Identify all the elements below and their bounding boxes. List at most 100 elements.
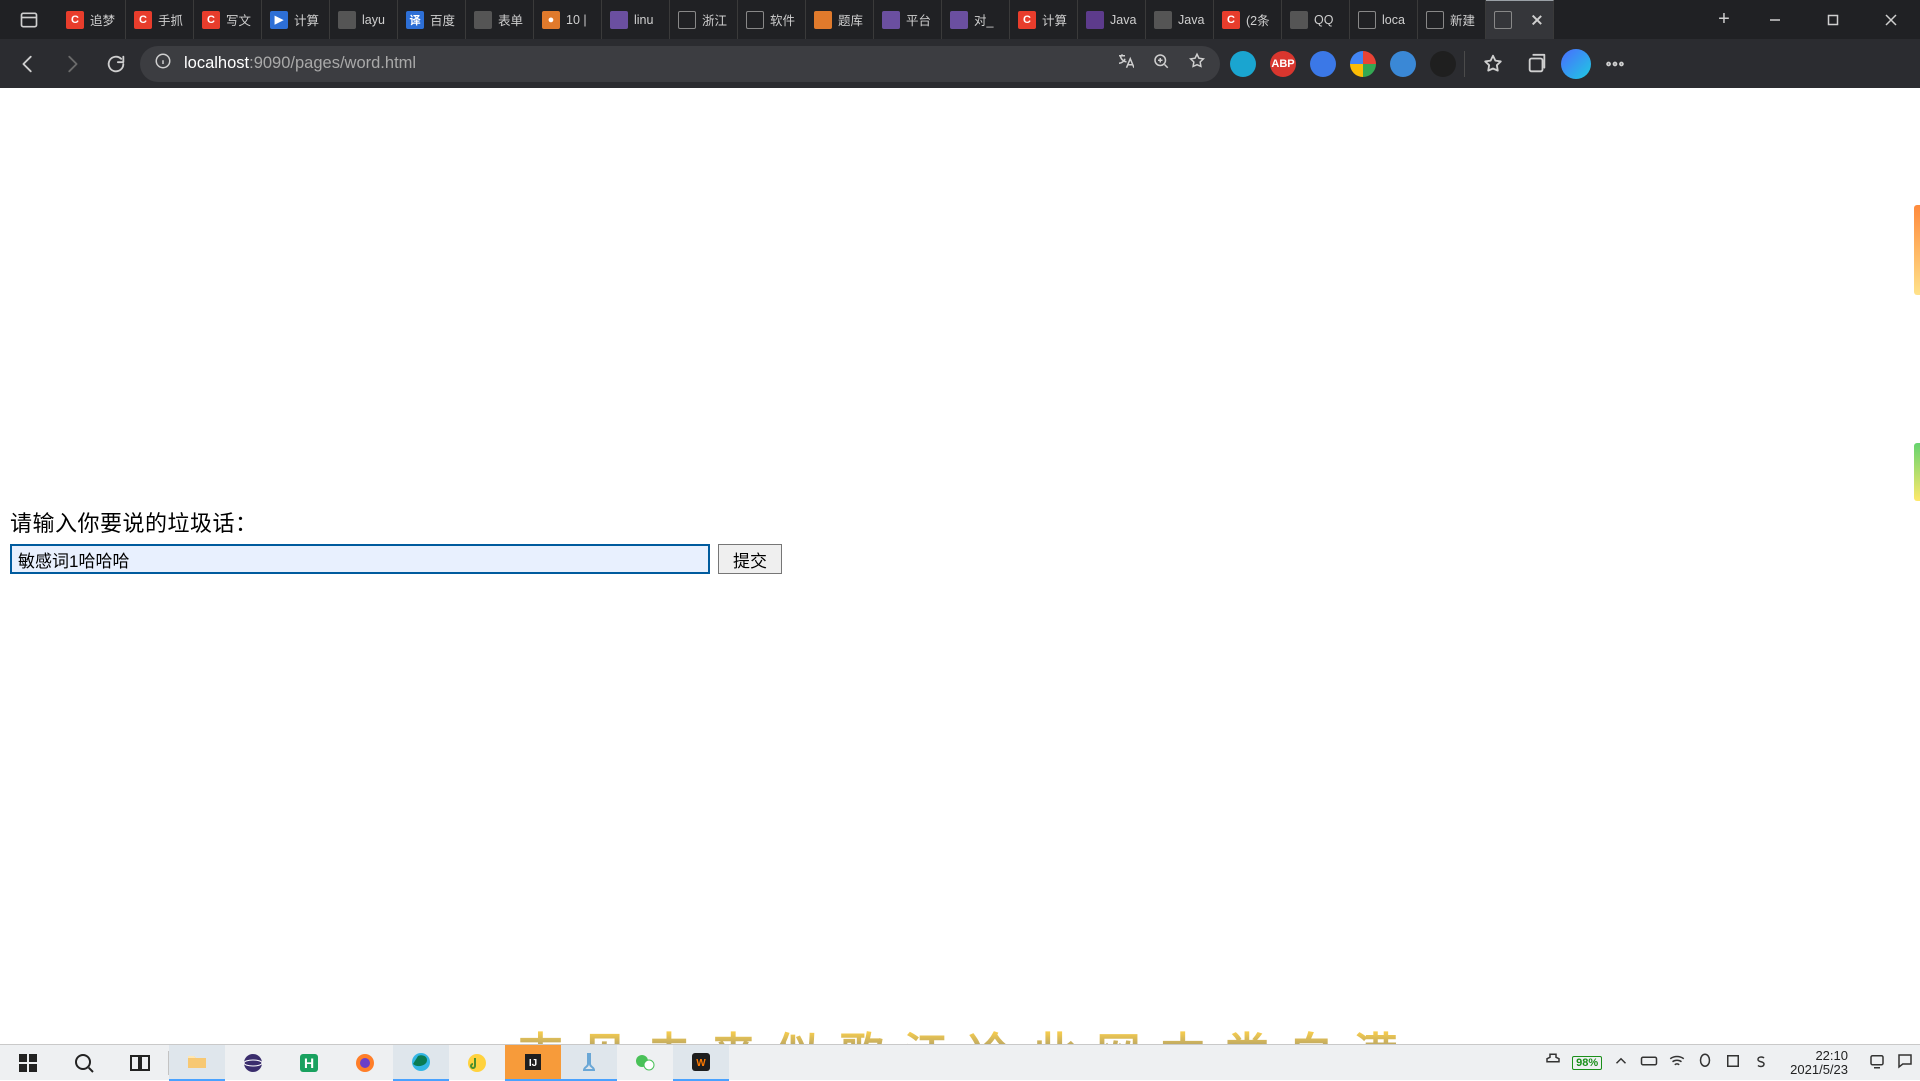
taskbar-app-music[interactable]	[449, 1045, 505, 1081]
browser-tab[interactable]: Java	[1146, 0, 1214, 39]
taskbar-app-wechat[interactable]	[617, 1045, 673, 1081]
tab-favicon	[746, 11, 764, 29]
tab-favicon	[610, 11, 628, 29]
browser-tab[interactable]: C 追梦	[58, 0, 126, 39]
browser-titlebar: C 追梦C 手抓C 写文▶ 计算 layu译 百度 表单● 10 | linu …	[0, 0, 1920, 39]
tab-favicon: ▶	[270, 11, 288, 29]
browser-tab[interactable]: 软件	[738, 0, 806, 39]
browser-tab[interactable]: ● 10 |	[534, 0, 602, 39]
taskbar-clock[interactable]: 22:10 2021/5/23	[1780, 1049, 1858, 1076]
tab-favicon: C	[1222, 11, 1240, 29]
extension-icon[interactable]	[1390, 51, 1416, 77]
windows-taskbar: H IJ W 98% 22:10 2021/5/23	[0, 1044, 1920, 1080]
taskbar-app-eclipse[interactable]	[225, 1045, 281, 1081]
browser-tab[interactable]: 浙江	[670, 0, 738, 39]
browser-tab[interactable]: linu	[602, 0, 670, 39]
taskbar-app-firefox[interactable]	[337, 1045, 393, 1081]
taskbar-app-intellij[interactable]: IJ	[505, 1045, 561, 1081]
tab-label: Java	[1178, 13, 1205, 27]
maximize-button[interactable]	[1804, 0, 1862, 39]
forward-button[interactable]	[52, 44, 92, 84]
favorite-icon[interactable]	[1188, 52, 1206, 75]
search-button[interactable]	[56, 1045, 112, 1081]
browser-tab[interactable]: layu	[330, 0, 398, 39]
extension-icon[interactable]	[1310, 51, 1336, 77]
browser-toolbar: localhost:9090/pages/word.html ABP	[0, 39, 1920, 88]
browser-tab[interactable]: 译 百度	[398, 0, 466, 39]
taskbar-app-hbuilder[interactable]: H	[281, 1045, 337, 1081]
tab-favicon: ●	[542, 11, 560, 29]
taskbar-app-paint[interactable]	[561, 1045, 617, 1081]
tab-label: 软件	[770, 10, 797, 29]
tray-icon[interactable]	[1724, 1052, 1742, 1073]
browser-tab[interactable]: QQ	[1282, 0, 1350, 39]
scroll-cue-icon	[1914, 443, 1920, 501]
bottom-banner-text: 志 见 未 来 似 歌 江 冷 此 网 本 类 白 满	[0, 1018, 1920, 1044]
collections-button[interactable]	[1517, 44, 1557, 84]
browser-tab[interactable]: ▶ 计算	[262, 0, 330, 39]
svg-text:IJ: IJ	[529, 1058, 537, 1069]
more-menu-button[interactable]	[1595, 44, 1635, 84]
tab-favicon: C	[66, 11, 84, 29]
close-tab-icon[interactable]	[1529, 12, 1545, 28]
form-area: 请输入你要说的垃圾话： 提交	[10, 506, 782, 574]
zoom-icon[interactable]	[1152, 52, 1170, 75]
tab-label: Java	[1110, 13, 1137, 27]
tab-label: (2条	[1246, 10, 1273, 29]
translate-icon[interactable]	[1116, 52, 1134, 75]
battery-indicator[interactable]: 98%	[1572, 1056, 1602, 1070]
submit-button[interactable]: 提交	[718, 544, 782, 574]
tab-favicon	[1358, 11, 1376, 29]
browser-tab[interactable]: Java	[1078, 0, 1146, 39]
tab-label: 浙江	[702, 10, 729, 29]
new-tab-button[interactable]: +	[1702, 0, 1746, 39]
browser-tab[interactable]: C 计算	[1010, 0, 1078, 39]
notifications-icon[interactable]	[1868, 1052, 1886, 1073]
taskbar-app-edge[interactable]	[393, 1045, 449, 1081]
task-view-button[interactable]	[112, 1045, 168, 1081]
minimize-button[interactable]	[1746, 0, 1804, 39]
browser-tab[interactable]: 表单	[466, 0, 534, 39]
sogou-tray-icon[interactable]	[1752, 1052, 1770, 1073]
browser-tab[interactable]: C (2条	[1214, 0, 1282, 39]
tab-actions-button[interactable]	[0, 0, 58, 39]
clock-time: 22:10	[1790, 1049, 1848, 1063]
profile-avatar[interactable]	[1561, 49, 1591, 79]
address-bar[interactable]: localhost:9090/pages/word.html	[140, 46, 1220, 82]
trash-talk-input[interactable]	[10, 544, 710, 574]
browser-tab[interactable]: 对_	[942, 0, 1010, 39]
action-center-icon[interactable]	[1896, 1052, 1914, 1073]
taskbar-app-explorer[interactable]	[169, 1045, 225, 1081]
browser-tab[interactable]: loca	[1350, 0, 1418, 39]
start-button[interactable]	[0, 1045, 56, 1081]
extension-icon[interactable]	[1230, 51, 1256, 77]
favorites-button[interactable]	[1473, 44, 1513, 84]
browser-tab[interactable]: 平台	[874, 0, 942, 39]
browser-tab[interactable]: C 写文	[194, 0, 262, 39]
keyboard-icon[interactable]	[1640, 1052, 1658, 1073]
qq-tray-icon[interactable]	[1696, 1052, 1714, 1073]
browser-tab[interactable]: 题库	[806, 0, 874, 39]
tab-favicon	[1154, 11, 1172, 29]
extension-icon[interactable]	[1430, 51, 1456, 77]
chevron-up-icon[interactable]	[1612, 1052, 1630, 1073]
wifi-icon[interactable]	[1668, 1052, 1686, 1073]
extension-icon[interactable]	[1350, 51, 1376, 77]
tab-label: 平台	[906, 10, 933, 29]
extension-icon[interactable]: ABP	[1270, 51, 1296, 77]
back-button[interactable]	[8, 44, 48, 84]
tab-favicon	[1426, 11, 1444, 29]
browser-tab[interactable]: 新建	[1418, 0, 1486, 39]
browser-tab-active[interactable]	[1486, 0, 1554, 39]
power-icon[interactable]	[1544, 1052, 1562, 1073]
svg-text:H: H	[304, 1055, 314, 1071]
site-info-icon[interactable]	[154, 52, 172, 75]
tab-label: 新建	[1450, 10, 1477, 29]
prompt-label: 请输入你要说的垃圾话：	[10, 506, 782, 538]
tab-label: 表单	[498, 10, 525, 29]
browser-tab[interactable]: C 手抓	[126, 0, 194, 39]
taskbar-app-wps[interactable]: W	[673, 1045, 729, 1081]
reload-button[interactable]	[96, 44, 136, 84]
close-window-button[interactable]	[1862, 0, 1920, 39]
svg-text:W: W	[696, 1058, 706, 1069]
